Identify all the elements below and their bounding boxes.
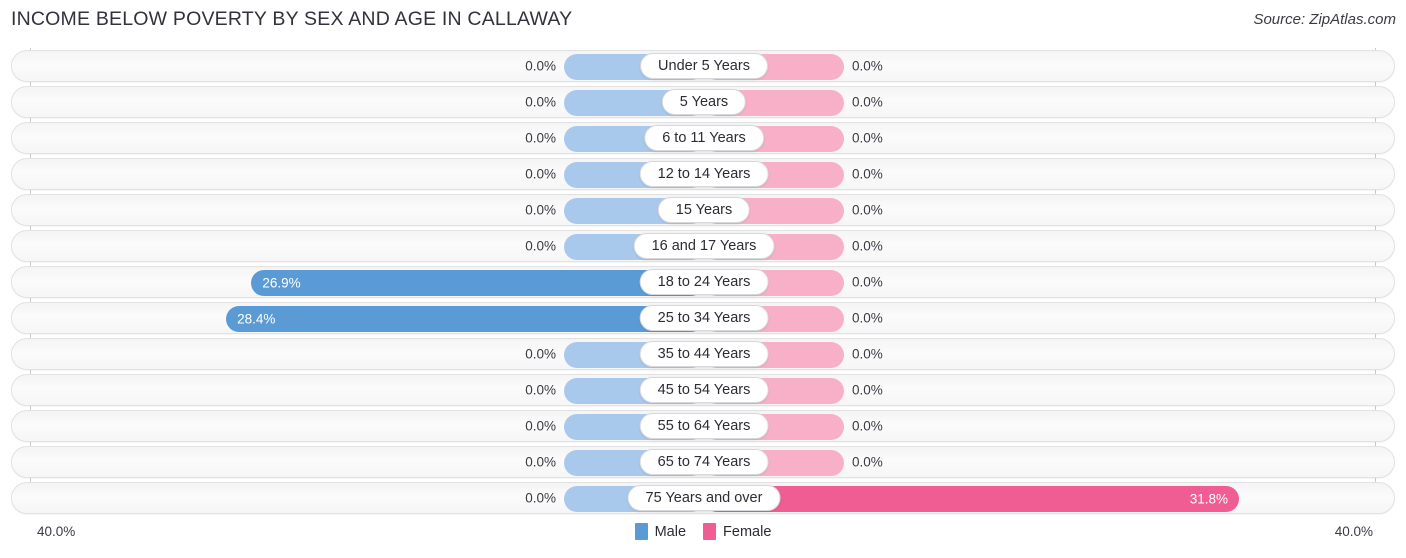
row-track: 0.0% 0.0% 35 to 44 Years <box>12 339 1396 369</box>
legend-label: Male <box>654 523 687 540</box>
category-label: 6 to 11 Years <box>644 125 764 151</box>
bar-value-male: 0.0% <box>525 58 556 74</box>
category-label: 18 to 24 Years <box>639 269 769 295</box>
legend-swatch-icon <box>634 523 648 540</box>
table-row: 0.0% 0.0% 6 to 11 Years <box>11 122 1395 154</box>
legend-label: Female <box>723 523 772 540</box>
bar-value-female: 0.0% <box>852 382 883 398</box>
bar-value-female: 0.0% <box>852 274 883 290</box>
diverging-bar-chart: 0.0% 0.0% Under 5 Years 0.0% 0.0% 5 Years 0.0%… <box>11 48 1395 514</box>
table-row: 0.0% 0.0% 35 to 44 Years <box>11 338 1395 370</box>
category-label: 16 and 17 Years <box>633 233 775 259</box>
bar-value-male: 0.0% <box>525 382 556 398</box>
legend-item-male[interactable]: Male <box>634 523 687 540</box>
bar-value-male: 0.0% <box>525 238 556 254</box>
legend-item-female[interactable]: Female <box>703 523 771 540</box>
table-row: 28.4% 0.0% 25 to 34 Years <box>11 302 1395 334</box>
bar-value-female: 0.0% <box>852 454 883 470</box>
table-row: 0.0% 0.0% 55 to 64 Years <box>11 410 1395 442</box>
category-label: 12 to 14 Years <box>639 161 769 187</box>
table-row: 0.0% 31.8% 75 Years and over <box>11 482 1395 514</box>
row-track: 0.0% 0.0% 65 to 74 Years <box>12 447 1396 477</box>
table-row: 0.0% 0.0% 5 Years <box>11 86 1395 118</box>
row-track: 0.0% 0.0% 55 to 64 Years <box>12 411 1396 441</box>
chart-legend: Male Female <box>0 523 1406 540</box>
bar-value-male: 0.0% <box>525 94 556 110</box>
row-track: 0.0% 0.0% Under 5 Years <box>12 51 1396 81</box>
category-label: 45 to 54 Years <box>639 377 769 403</box>
row-track: 0.0% 0.0% 15 Years <box>12 195 1396 225</box>
bar-male: 28.4% <box>226 306 704 332</box>
bar-value-female: 0.0% <box>852 166 883 182</box>
row-track: 0.0% 0.0% 6 to 11 Years <box>12 123 1396 153</box>
category-label: 65 to 74 Years <box>639 449 769 475</box>
bar-value-male: 26.9% <box>262 275 301 291</box>
bar-value-male: 28.4% <box>237 311 276 327</box>
table-row: 0.0% 0.0% 12 to 14 Years <box>11 158 1395 190</box>
bar-value-female: 0.0% <box>852 202 883 218</box>
row-track: 26.9% 0.0% 18 to 24 Years <box>12 267 1396 297</box>
bar-value-male: 0.0% <box>525 130 556 146</box>
legend-swatch-icon <box>703 523 717 540</box>
row-track: 0.0% 0.0% 16 and 17 Years <box>12 231 1396 261</box>
page-title: INCOME BELOW POVERTY BY SEX AND AGE IN C… <box>11 8 573 30</box>
bar-value-female: 0.0% <box>852 130 883 146</box>
category-label: Under 5 Years <box>640 53 768 79</box>
category-label: 55 to 64 Years <box>639 413 769 439</box>
bar-value-male: 0.0% <box>525 418 556 434</box>
table-row: 0.0% 0.0% 65 to 74 Years <box>11 446 1395 478</box>
bar-value-male: 0.0% <box>525 490 556 506</box>
bar-value-female: 0.0% <box>852 346 883 362</box>
bar-value-male: 0.0% <box>525 202 556 218</box>
bar-male: 26.9% <box>251 270 704 296</box>
bar-value-female: 0.0% <box>852 418 883 434</box>
row-track: 28.4% 0.0% 25 to 34 Years <box>12 303 1396 333</box>
bar-value-female: 0.0% <box>852 94 883 110</box>
table-row: 0.0% 0.0% 15 Years <box>11 194 1395 226</box>
table-row: 26.9% 0.0% 18 to 24 Years <box>11 266 1395 298</box>
row-track: 0.0% 0.0% 5 Years <box>12 87 1396 117</box>
category-label: 75 Years and over <box>627 485 781 511</box>
bar-value-male: 0.0% <box>525 454 556 470</box>
category-label: 15 Years <box>657 197 751 223</box>
table-row: 0.0% 0.0% 16 and 17 Years <box>11 230 1395 262</box>
bar-female: 31.8% <box>704 486 1240 512</box>
bar-value-male: 0.0% <box>525 166 556 182</box>
row-track: 0.0% 0.0% 45 to 54 Years <box>12 375 1396 405</box>
category-label: 25 to 34 Years <box>639 305 769 331</box>
bar-value-male: 0.0% <box>525 346 556 362</box>
bar-value-female: 31.8% <box>1189 491 1229 507</box>
table-row: 0.0% 0.0% Under 5 Years <box>11 50 1395 82</box>
category-label: 35 to 44 Years <box>639 341 769 367</box>
table-row: 0.0% 0.0% 45 to 54 Years <box>11 374 1395 406</box>
bar-value-female: 0.0% <box>852 58 883 74</box>
chart-page: INCOME BELOW POVERTY BY SEX AND AGE IN C… <box>0 0 1406 558</box>
row-track: 0.0% 0.0% 12 to 14 Years <box>12 159 1396 189</box>
row-track: 0.0% 31.8% 75 Years and over <box>12 483 1396 513</box>
bar-value-female: 0.0% <box>852 310 883 326</box>
bar-value-female: 0.0% <box>852 238 883 254</box>
source-attribution: Source: ZipAtlas.com <box>1253 11 1396 28</box>
category-label: 5 Years <box>661 89 747 115</box>
